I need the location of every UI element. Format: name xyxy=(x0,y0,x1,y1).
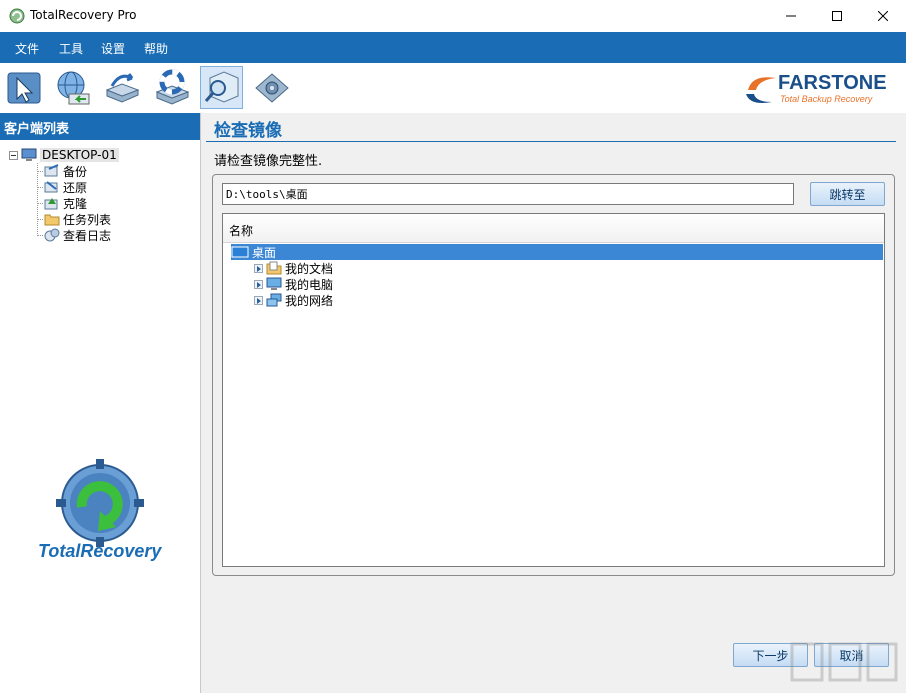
collapse-icon[interactable] xyxy=(9,151,18,160)
expand-icon[interactable] xyxy=(254,296,263,305)
tool-clone-button[interactable] xyxy=(150,66,193,109)
menu-help[interactable]: 帮助 xyxy=(144,40,168,57)
sidebar-item-task-list[interactable]: 任务列表 xyxy=(44,211,111,227)
tree-connector xyxy=(37,203,43,204)
client-list-title: 客户端列表 xyxy=(4,118,69,137)
column-header-name[interactable]: 名称 xyxy=(223,214,884,243)
column-header-label: 名称 xyxy=(229,222,253,239)
sidebar-item-label: 查看日志 xyxy=(63,227,111,244)
tool-restore-button[interactable] xyxy=(51,66,94,109)
window-title: TotalRecovery Pro xyxy=(30,8,137,22)
tree-connector xyxy=(37,219,43,220)
title-bar: TotalRecovery Pro xyxy=(0,0,906,32)
menu-file[interactable]: 文件 xyxy=(15,40,39,57)
sidebar-item-label: 备份 xyxy=(63,163,87,180)
tree-connector xyxy=(37,187,43,188)
close-icon xyxy=(878,11,888,21)
documents-folder-icon xyxy=(266,261,282,275)
maximize-button[interactable] xyxy=(814,0,860,32)
cursor-icon xyxy=(5,69,43,107)
tree-row-label: 我的网络 xyxy=(285,292,333,309)
globe-restore-icon xyxy=(53,68,93,108)
brand-name: FARSTONE xyxy=(778,72,887,95)
check-image-icon xyxy=(202,68,242,108)
tree-connector xyxy=(37,235,43,236)
minimize-icon xyxy=(786,11,796,21)
maximize-icon xyxy=(832,11,842,21)
backup-disk-icon xyxy=(102,68,142,108)
tree-connector xyxy=(37,163,38,236)
computer-icon xyxy=(266,277,282,291)
sidebar-item-clone[interactable]: 克隆 xyxy=(44,195,87,211)
tree-root-label: DESKTOP-01 xyxy=(40,148,119,162)
tree-row-my-network[interactable]: 我的网络 xyxy=(254,292,333,308)
sidebar-item-restore[interactable]: 还原 xyxy=(44,179,87,195)
tree-row-label: 我的文档 xyxy=(285,260,333,277)
expand-icon[interactable] xyxy=(254,264,263,273)
tool-select-button[interactable] xyxy=(2,66,45,109)
sidebar-item-view-log[interactable]: 查看日志 xyxy=(44,227,111,243)
tree-row-label: 桌面 xyxy=(252,244,276,261)
folder-tree-list[interactable]: 名称 桌面 我的文档 我的电脑 我的网络 xyxy=(222,213,885,567)
tree-row-my-computer[interactable]: 我的电脑 xyxy=(254,276,333,292)
menu-bar: 文件 工具 设置 帮助 xyxy=(0,32,906,63)
client-list-header: 客户端列表 xyxy=(0,113,200,140)
sidebar-item-label: 任务列表 xyxy=(63,211,111,228)
tool-check-image-button[interactable] xyxy=(200,66,243,109)
minimize-button[interactable] xyxy=(768,0,814,32)
goto-button[interactable]: 跳转至 xyxy=(810,182,885,206)
page-description: 请检查镜像完整性. xyxy=(214,150,322,169)
title-divider xyxy=(206,141,896,142)
sidebar-item-label: 还原 xyxy=(63,179,87,196)
menu-settings[interactable]: 设置 xyxy=(101,40,125,57)
farstone-logo: FARSTONE Total Backup Recovery xyxy=(740,70,900,110)
goto-button-label: 跳转至 xyxy=(829,186,865,203)
tree-connector xyxy=(37,171,43,172)
tool-backup-button[interactable] xyxy=(100,66,143,109)
farstone-mark-icon xyxy=(742,72,782,108)
network-icon xyxy=(266,293,282,307)
tree-row-my-documents[interactable]: 我的文档 xyxy=(254,260,333,276)
client-list-panel: 客户端列表 DESKTOP-01 备份 还原 克隆 xyxy=(0,113,201,693)
path-input[interactable] xyxy=(222,183,794,205)
next-button-label: 下一步 xyxy=(752,647,788,664)
sidebar-item-label: 克隆 xyxy=(63,195,87,212)
clone-icon xyxy=(44,195,60,211)
tree-row-label: 我的电脑 xyxy=(285,276,333,293)
desktop-folder-icon xyxy=(231,245,249,259)
restore-icon xyxy=(44,179,60,195)
page-title: 检查镜像 xyxy=(214,116,282,141)
app-icon xyxy=(9,8,25,24)
log-icon xyxy=(44,227,60,243)
expand-icon[interactable] xyxy=(254,280,263,289)
brand-tagline: Total Backup Recovery xyxy=(780,94,872,104)
backup-icon xyxy=(44,163,60,179)
sidebar-item-backup[interactable]: 备份 xyxy=(44,163,87,179)
computer-icon xyxy=(21,148,37,162)
task-folder-icon xyxy=(44,211,60,227)
tree-root-desktop[interactable]: DESKTOP-01 xyxy=(9,147,119,163)
tree-row-desktop[interactable]: 桌面 xyxy=(231,244,883,260)
tool-settings-button[interactable] xyxy=(250,66,293,109)
totalrecovery-logo-text: TotalRecovery xyxy=(38,541,161,562)
lifebuoy-icon xyxy=(152,68,192,108)
menu-tools[interactable]: 工具 xyxy=(59,40,83,57)
close-button[interactable] xyxy=(860,0,906,32)
watermark-icon xyxy=(790,640,900,690)
disk-settings-icon xyxy=(252,68,292,108)
